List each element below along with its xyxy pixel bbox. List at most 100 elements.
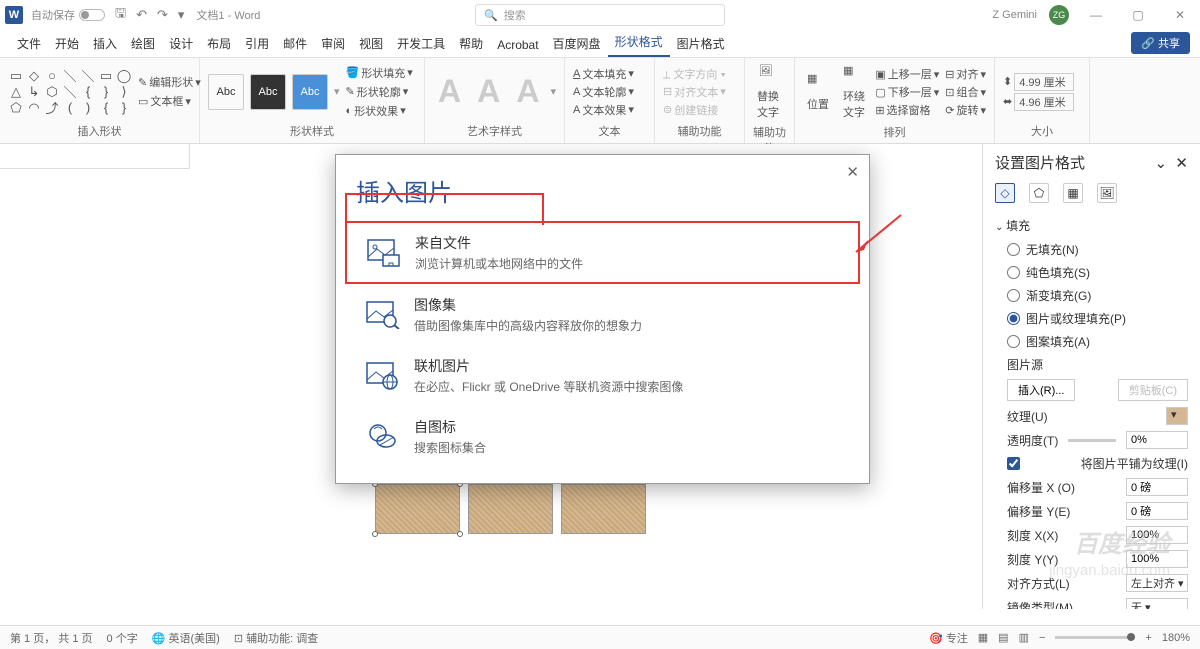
customize-icon[interactable]: ▾ — [178, 7, 185, 23]
mirror-select[interactable]: 无 ▾ — [1126, 598, 1188, 609]
maximize-button[interactable]: ▢ — [1123, 8, 1153, 22]
save-icon[interactable]: 🖫 — [115, 4, 126, 26]
height-input[interactable]: ⬍ 4.99 厘米 — [1003, 73, 1074, 91]
word-count[interactable]: 0 个字 — [107, 630, 138, 646]
tab-layout[interactable]: ▦ — [1063, 183, 1083, 203]
document-canvas[interactable]: ✕ 插入图片 来自文件 浏览计算机或本地网络中的文件 图像集 借助图像集库中的高… — [0, 144, 980, 609]
selection-pane-button[interactable]: ⊞ 选择窗格 — [875, 102, 939, 118]
textbox-button[interactable]: ▭ 文本框 ▾ — [138, 93, 201, 109]
toggle-icon[interactable] — [79, 9, 105, 21]
align-text-button[interactable]: ⊟ 对齐文本 ▾ — [663, 84, 726, 100]
offset-y-input[interactable] — [1126, 502, 1188, 520]
alt-text-button[interactable]: 🖼替换文字 — [753, 62, 786, 122]
radio-no-fill[interactable]: 无填充(N) — [995, 238, 1188, 261]
edit-shape-button[interactable]: ✎ 编辑形状 ▾ — [138, 74, 201, 90]
tab-acrobat[interactable]: Acrobat — [490, 33, 545, 57]
undo-icon[interactable]: ↶ — [136, 7, 147, 23]
tile-checkbox[interactable]: 将图片平铺为纹理(I) — [1007, 452, 1188, 475]
radio-solid-fill[interactable]: 纯色填充(S) — [995, 261, 1188, 284]
tab-mailings[interactable]: 邮件 — [276, 30, 314, 57]
option-online-pictures[interactable]: 联机图片 在必应、Flickr 或 OneDrive 等联机资源中搜索图像 — [346, 346, 859, 405]
option-from-icons[interactable]: 自图标 搜索图标集合 — [346, 407, 859, 466]
accessibility-indicator[interactable]: ⊡ 辅助功能: 调查 — [234, 630, 318, 646]
wrap-text-button[interactable]: ▦环绕文字 — [839, 62, 869, 122]
style-preset-1[interactable]: Abc — [208, 74, 244, 110]
text-direction-button[interactable]: ⟂ 文字方向 ▾ — [663, 66, 726, 82]
view-web-button[interactable]: ▥ — [1019, 631, 1029, 644]
tab-help[interactable]: 帮助 — [452, 30, 490, 57]
tab-picture-format[interactable]: 图片格式 — [670, 30, 732, 57]
position-button[interactable]: ▦位置 — [803, 70, 833, 114]
zoom-slider[interactable] — [1055, 636, 1135, 639]
style-preset-3[interactable]: Abc — [292, 74, 328, 110]
view-print-button[interactable]: ▦ — [978, 631, 988, 644]
offset-x-input[interactable] — [1126, 478, 1188, 496]
zoom-level[interactable]: 180% — [1162, 632, 1190, 644]
minimize-button[interactable]: — — [1081, 8, 1111, 22]
texture-picker[interactable]: ▾ — [1166, 407, 1188, 425]
zoom-in-button[interactable]: + — [1145, 632, 1151, 644]
text-outline-button[interactable]: A 文本轮廓 ▾ — [573, 84, 634, 100]
text-effects-button[interactable]: A 文本效果 ▾ — [573, 102, 634, 118]
view-read-button[interactable]: ▤ — [998, 631, 1008, 644]
rotate-button[interactable]: ⟳ 旋转 ▾ — [945, 102, 986, 118]
send-backward-button[interactable]: ▢ 下移一层 ▾ — [875, 84, 939, 100]
tab-effects[interactable]: ⬠ — [1029, 183, 1049, 203]
radio-gradient-fill[interactable]: 渐变填充(G) — [995, 284, 1188, 307]
tab-design[interactable]: 设计 — [162, 30, 200, 57]
radio-picture-fill[interactable]: 图片或纹理填充(P) — [995, 307, 1188, 330]
bring-forward-button[interactable]: ▣ 上移一层 ▾ — [875, 66, 939, 82]
text-fill-button[interactable]: A 文本填充 ▾ — [573, 66, 634, 82]
redo-icon[interactable]: ↷ — [157, 7, 168, 23]
insert-button[interactable]: 插入(R)... — [1007, 379, 1075, 401]
option-stock-images[interactable]: 图像集 借助图像集库中的高级内容释放你的想象力 — [346, 285, 859, 344]
focus-mode-button[interactable]: 🎯 专注 — [929, 630, 968, 646]
tab-fill-line[interactable]: ◇ — [995, 183, 1015, 203]
tab-picture[interactable]: 🖼 — [1097, 183, 1117, 203]
chevron-down-icon[interactable]: ⌄ — [1155, 155, 1168, 172]
tab-review[interactable]: 审阅 — [314, 30, 352, 57]
scale-y-input[interactable] — [1126, 550, 1188, 568]
wordart-style-3[interactable]: A — [511, 73, 544, 110]
tab-devtools[interactable]: 开发工具 — [390, 30, 452, 57]
user-name[interactable]: Z Gemini — [992, 9, 1037, 21]
shape-effects-button[interactable]: ◐ 形状效果 ▾ — [346, 103, 413, 119]
style-preset-2[interactable]: Abc — [250, 74, 286, 110]
fill-section-header[interactable]: 填充 — [995, 213, 1188, 238]
wordart-style-1[interactable]: A — [433, 73, 466, 110]
tab-home[interactable]: 开始 — [48, 30, 86, 57]
align-select[interactable]: 左上对齐 ▾ — [1126, 574, 1188, 592]
radio-pattern-fill[interactable]: 图案填充(A) — [995, 330, 1188, 353]
tab-layout[interactable]: 布局 — [200, 30, 238, 57]
clipboard-button[interactable]: 剪贴板(C) — [1118, 379, 1188, 401]
align-button[interactable]: ⊟ 对齐 ▾ — [945, 66, 986, 82]
shape-1[interactable] — [375, 484, 460, 534]
selected-shapes[interactable] — [375, 484, 646, 534]
tab-shape-format[interactable]: 形状格式 — [608, 28, 670, 57]
scale-x-input[interactable] — [1126, 526, 1188, 544]
shape-gallery[interactable]: ▭◇○＼＼▭◯ △↳⬡＼{}⟩ ⬠◠⤴(){} — [8, 69, 132, 115]
shape-outline-button[interactable]: ✎ 形状轮廓 ▾ — [346, 84, 413, 100]
search-box[interactable]: 🔍 搜索 — [475, 4, 725, 26]
tab-view[interactable]: 视图 — [352, 30, 390, 57]
tab-insert[interactable]: 插入 — [86, 30, 124, 57]
autosave-toggle[interactable]: 自动保存 — [31, 7, 105, 23]
share-button[interactable]: 🔗 共享 — [1131, 32, 1190, 54]
close-button[interactable]: ✕ — [1165, 8, 1195, 22]
option-from-file[interactable]: 来自文件 浏览计算机或本地网络中的文件 — [346, 222, 859, 283]
shape-2[interactable] — [468, 484, 553, 534]
avatar[interactable]: ZG — [1049, 5, 1069, 25]
width-input[interactable]: ⬌ 4.96 厘米 — [1003, 93, 1074, 111]
create-link-button[interactable]: ⊜ 创建链接 — [663, 102, 726, 118]
dialog-close-button[interactable]: ✕ — [846, 163, 859, 181]
panel-close-button[interactable]: ✕ — [1175, 155, 1188, 172]
tab-baidu[interactable]: 百度网盘 — [546, 30, 608, 57]
tab-file[interactable]: 文件 — [10, 30, 48, 57]
group-button[interactable]: ⊡ 组合 ▾ — [945, 84, 986, 100]
tab-references[interactable]: 引用 — [238, 30, 276, 57]
shape-3[interactable] — [561, 484, 646, 534]
zoom-out-button[interactable]: − — [1039, 632, 1045, 644]
wordart-style-2[interactable]: A — [472, 73, 505, 110]
language-indicator[interactable]: 🌐 英语(美国) — [152, 630, 220, 646]
transparency-input[interactable] — [1126, 431, 1188, 449]
